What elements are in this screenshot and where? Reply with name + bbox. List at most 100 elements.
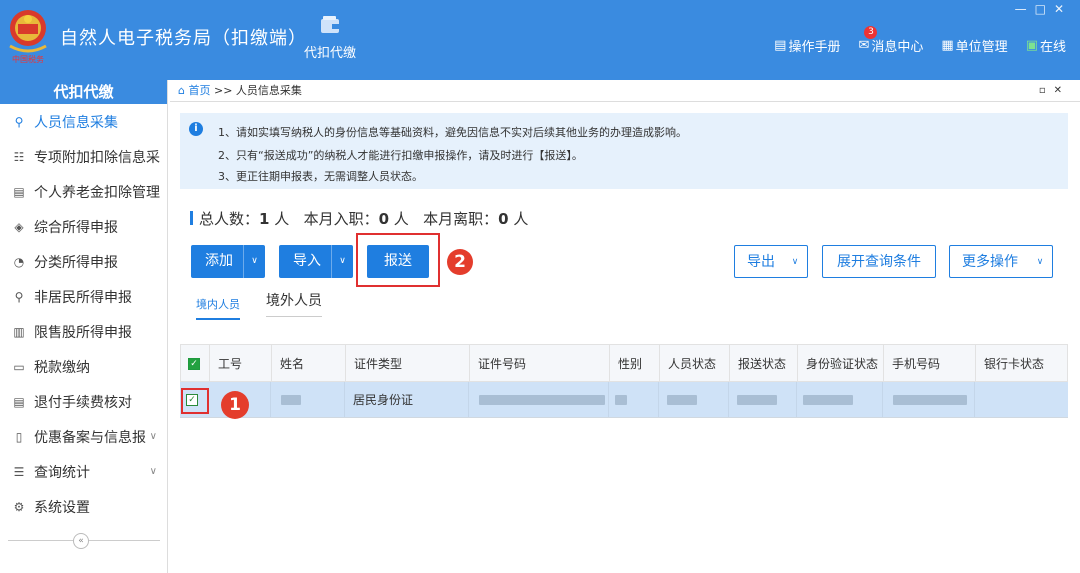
close-icon[interactable]: ✕ [1054, 2, 1072, 16]
breadcrumb: ⌂ 首页 >> 人员信息采集 ▫✕ [170, 80, 1080, 102]
info-icon: i [189, 122, 203, 136]
breadcrumb-home[interactable]: 首页 [188, 84, 210, 97]
column-header[interactable]: 证件类型 [345, 345, 469, 381]
tab-domestic[interactable]: 境内人员 [196, 296, 240, 320]
unit-management-link[interactable]: ▦ 单位管理 [941, 36, 1007, 55]
import-button[interactable]: 导入 ∨ [279, 245, 353, 278]
building-icon: ▦ [941, 38, 954, 53]
pie-icon: ◔ [13, 254, 25, 269]
chevron-down-icon[interactable]: ∨ [150, 431, 157, 442]
cell-person-status [658, 382, 728, 417]
monitor-check-icon: ▣ [1025, 38, 1038, 53]
column-header[interactable]: 证件号码 [469, 345, 609, 381]
sidebar-item-1[interactable]: ☷ 专项附加扣除信息采 [0, 139, 167, 174]
chevron-down-icon[interactable]: ∨ [331, 245, 353, 278]
sidebar-item-label: 限售股所得申报 [34, 324, 132, 341]
column-header[interactable]: 工号 [209, 345, 271, 381]
close-tab-icon[interactable]: ✕ [1054, 85, 1070, 96]
total-unit: 人 [274, 210, 290, 228]
manual-link[interactable]: ▤ 操作手册 [774, 36, 840, 55]
window-controls[interactable]: —□✕ [1015, 2, 1072, 16]
message-label: 消息中心 [871, 40, 924, 55]
sidebar-item-7[interactable]: ▭ 税款缴纳 [0, 349, 167, 384]
list-icon: ☷ [13, 149, 25, 164]
home-icon[interactable]: ⌂ [178, 84, 185, 97]
person-icon: ⚲ [14, 114, 24, 129]
layers-icon: ◈ [14, 219, 24, 234]
wallet-icon [321, 16, 339, 33]
notice-box: i 1、请如实填写纳税人的身份信息等基础资料，避免因信息不实对后续其他业务的办理… [180, 113, 1068, 189]
breadcrumb-separator: >> [213, 84, 233, 97]
bar-icon: ▥ [13, 324, 25, 339]
chevron-down-icon[interactable]: ∨ [150, 466, 157, 477]
sidebar-item-10[interactable]: ☰ 查询统计 ∨ [0, 454, 167, 489]
manual-label: 操作手册 [788, 40, 841, 55]
sidebar-item-label: 分类所得申报 [34, 254, 118, 271]
redacted-phone [893, 395, 967, 405]
column-header[interactable]: 手机号码 [883, 345, 975, 381]
add-label: 添加 [205, 253, 233, 269]
restore-icon[interactable]: ▫ [1039, 85, 1054, 96]
sidebar-item-8[interactable]: ▤ 退付手续费核对 [0, 384, 167, 419]
redacted-person-status [667, 395, 697, 405]
more-label: 更多操作 [962, 254, 1018, 270]
notice-line-2: 2、只有“报送成功”的纳税人才能进行扣缴申报操作，请及时进行【报送】。 [218, 149, 583, 162]
column-header[interactable]: 性别 [609, 345, 659, 381]
sidebar-item-6[interactable]: ▥ 限售股所得申报 [0, 314, 167, 349]
maximize-icon[interactable]: □ [1035, 2, 1054, 16]
sidebar-item-11[interactable]: ⚙ 系统设置 [0, 489, 167, 524]
leave-unit: 人 [513, 210, 529, 228]
wallet-icon: ▭ [13, 359, 25, 374]
notice-line-3: 3、更正往期申报表，无需调整人员状态。 [218, 170, 423, 183]
document-icon: ▤ [13, 184, 25, 199]
sidebar-item-0[interactable]: ⚲ 人员信息采集 [0, 104, 167, 139]
column-header[interactable]: 银行卡状态 [975, 345, 1069, 381]
online-status[interactable]: ▣ 在线 [1026, 36, 1066, 55]
sidebar-item-9[interactable]: ▯ 优惠备案与信息报 ∨ [0, 419, 167, 454]
cell-submit-status [728, 382, 796, 417]
redacted-gender [615, 395, 627, 405]
collapse-sidebar-icon[interactable]: « [73, 533, 89, 549]
personnel-stats: 总人数：1 人 本月入职：0 人 本月离职：0 人 [190, 208, 528, 229]
minimize-icon[interactable]: — [1015, 2, 1035, 16]
column-header[interactable]: 姓名 [271, 345, 345, 381]
sidebar-item-label: 专项附加扣除信息采 [34, 149, 160, 166]
online-label: 在线 [1039, 40, 1066, 55]
tax-emblem-logo: 中国税务 [9, 10, 47, 64]
column-header[interactable]: 报送状态 [729, 345, 797, 381]
message-center-link[interactable]: ✉ 3 消息中心 [858, 26, 924, 55]
sidebar-item-4[interactable]: ◔ 分类所得申报 [0, 244, 167, 279]
module-label: 代扣代缴 [303, 46, 356, 61]
chevron-down-icon[interactable]: ∨ [1028, 246, 1052, 277]
person-icon: ⚲ [14, 289, 24, 304]
leave-label: 本月离职： [423, 210, 499, 228]
table-row[interactable]: ✓ 1 居民身份证 [180, 382, 1068, 419]
chevron-down-icon[interactable]: ∨ [783, 246, 807, 277]
unit-label: 单位管理 [955, 40, 1008, 55]
column-header[interactable]: 人员状态 [659, 345, 729, 381]
column-header[interactable]: 身份验证状态 [797, 345, 883, 381]
sidebar-item-label: 个人养老金扣除管理 [34, 184, 160, 201]
table-header: ✓ 工号 姓名 证件类型 证件号码 性别 人员状态 报送状态 身份验证状态 手机号码 银行卡状态 [180, 344, 1068, 382]
notice-line-1: 1、请如实填写纳税人的身份信息等基础资料，避免因信息不实对后续其他业务的办理造成… [218, 126, 687, 139]
sidebar-item-2[interactable]: ▤ 个人养老金扣除管理 [0, 174, 167, 209]
title-bar: 中国税务 自然人电子税务局（扣缴端） 代扣代缴 —□✕ ▤ 操作手册 ✉ 3 消… [0, 0, 1080, 80]
more-actions-button[interactable]: 更多操作 ∨ [949, 245, 1053, 278]
sidebar-item-label: 查询统计 [34, 464, 90, 481]
expand-query-button[interactable]: 展开查询条件 [822, 245, 936, 278]
module-tab-withholding[interactable]: 代扣代缴 [298, 16, 362, 61]
add-button[interactable]: 添加 ∨ [191, 245, 265, 278]
export-button[interactable]: 导出 ∨ [734, 245, 808, 278]
tab-controls[interactable]: ▫✕ [1039, 80, 1070, 102]
chevron-down-icon[interactable]: ∨ [243, 245, 265, 278]
select-all-checkbox[interactable]: ✓ [188, 358, 200, 370]
breadcrumb-current: 人员信息采集 [235, 84, 302, 97]
row-checkbox-highlight [181, 388, 209, 414]
sidebar-item-5[interactable]: ⚲ 非居民所得申报 [0, 279, 167, 314]
sidebar-item-3[interactable]: ◈ 综合所得申报 [0, 209, 167, 244]
join-label: 本月入职： [303, 210, 379, 228]
tab-foreign[interactable]: 境外人员 [266, 290, 322, 317]
sidebar-header: 代扣代缴 [0, 80, 167, 104]
join-unit: 人 [393, 210, 409, 228]
cell-id-number [468, 382, 608, 417]
